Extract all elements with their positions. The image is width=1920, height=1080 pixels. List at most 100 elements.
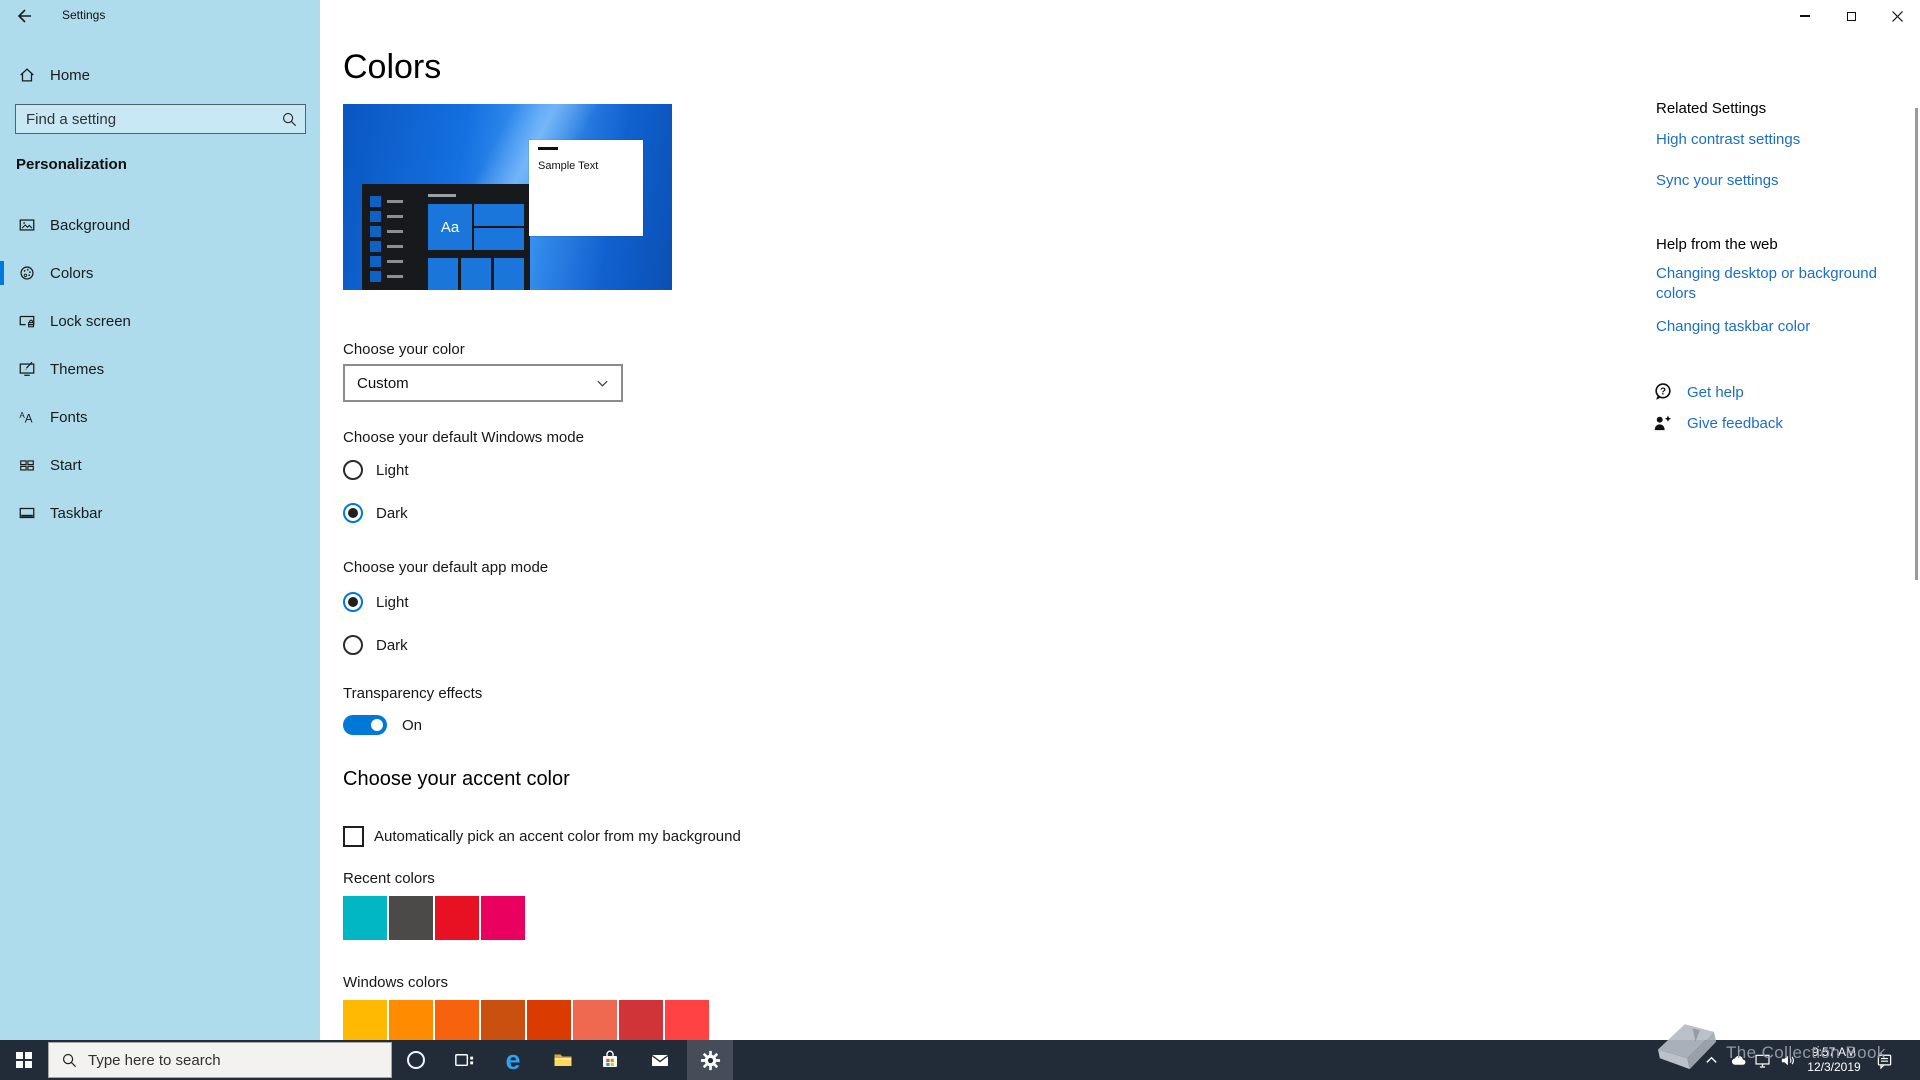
- color-dropdown[interactable]: Custom: [343, 364, 623, 402]
- link-sync-settings[interactable]: Sync your settings: [1656, 171, 1892, 191]
- preview-rail-tile: [370, 256, 381, 267]
- sidebar-section-label: Personalization: [16, 156, 127, 173]
- lock-screen-icon: [19, 315, 35, 328]
- link-changing-desktop-colors[interactable]: Changing desktop or background colors: [1656, 264, 1892, 304]
- scrollbar[interactable]: [1915, 108, 1918, 580]
- radio-app-dark[interactable]: Dark: [343, 633, 408, 657]
- sidebar-item-background[interactable]: Background: [0, 201, 320, 249]
- preview-rail-tile: [370, 241, 381, 252]
- color-swatch-pale-rust[interactable]: [573, 1000, 617, 1044]
- color-swatch-yellow-gold[interactable]: [343, 1000, 387, 1044]
- sidebar-item-fonts[interactable]: AA Fonts: [0, 393, 320, 441]
- link-high-contrast[interactable]: High contrast settings: [1656, 130, 1892, 150]
- preview-window-title-bar: [538, 147, 558, 150]
- tray-expand-button[interactable]: [1700, 1040, 1722, 1080]
- minimize-button[interactable]: [1782, 0, 1828, 32]
- settings-window: Settings Home Personalization Background…: [0, 0, 1920, 1080]
- get-help-icon: ?: [1655, 383, 1671, 400]
- settings-button[interactable]: [687, 1040, 733, 1080]
- taskbar-icon: [19, 507, 35, 519]
- color-swatch-pink[interactable]: [481, 896, 525, 940]
- task-view-button[interactable]: [440, 1040, 486, 1080]
- edge-button[interactable]: e: [490, 1040, 536, 1080]
- close-icon: [1891, 10, 1903, 22]
- link-changing-taskbar-color[interactable]: Changing taskbar color: [1656, 317, 1892, 337]
- close-button[interactable]: [1874, 0, 1920, 32]
- file-explorer-button[interactable]: [540, 1040, 586, 1080]
- auto-pick-checkbox[interactable]: [343, 826, 364, 847]
- radio-circle-icon: [343, 635, 363, 655]
- theme-preview: Aa Sample Text: [343, 104, 672, 290]
- radio-circle-checked-icon: [343, 592, 363, 612]
- sidebar-item-label: Colors: [50, 264, 94, 282]
- settings-gear-icon: [700, 1050, 720, 1070]
- tray-network-button[interactable]: [1750, 1040, 1774, 1080]
- cortana-button[interactable]: [393, 1040, 439, 1080]
- preview-sample-text: Sample Text: [538, 160, 599, 172]
- preview-rail-line: [387, 260, 403, 263]
- svg-text:?: ?: [1660, 386, 1666, 397]
- color-swatch-gold[interactable]: [389, 1000, 433, 1044]
- color-swatch-red[interactable]: [435, 896, 479, 940]
- radio-windows-dark[interactable]: Dark: [343, 501, 408, 525]
- taskbar-search[interactable]: Type here to search: [48, 1042, 392, 1078]
- sidebar-item-home[interactable]: Home: [0, 58, 320, 92]
- sidebar-item-themes[interactable]: Themes: [0, 345, 320, 393]
- color-swatch-orange-dark[interactable]: [481, 1000, 525, 1044]
- radio-label: Dark: [376, 504, 408, 522]
- radio-label: Light: [376, 461, 409, 479]
- radio-label: Light: [376, 593, 409, 611]
- preview-rail-line: [387, 215, 403, 218]
- sidebar-item-start[interactable]: Start: [0, 441, 320, 489]
- radio-circle-icon: [343, 460, 363, 480]
- radio-label: Dark: [376, 636, 408, 654]
- back-button[interactable]: [14, 6, 40, 28]
- preview-tile-gap: [491, 258, 494, 290]
- tray-onedrive-button[interactable]: [1726, 1040, 1750, 1080]
- auto-pick-label: Automatically pick an accent color from …: [374, 828, 741, 845]
- taskbar-clock[interactable]: 9:57 AM 12/3/2019: [1802, 1040, 1866, 1080]
- radio-windows-light[interactable]: Light: [343, 458, 409, 482]
- color-swatch-orange-bright[interactable]: [435, 1000, 479, 1044]
- preview-tile-gap: [458, 258, 461, 290]
- caption-buttons: [1782, 0, 1920, 32]
- sidebar-home-label: Home: [50, 66, 91, 84]
- get-help-row[interactable]: ? Get help: [1652, 381, 1744, 403]
- color-swatch-brick-red[interactable]: [619, 1000, 663, 1044]
- preview-rail-line: [387, 275, 403, 278]
- svg-text:A: A: [25, 412, 33, 425]
- sidebar-item-taskbar[interactable]: Taskbar: [0, 489, 320, 537]
- color-swatch-teal[interactable]: [343, 896, 387, 940]
- windows-colors-row: [343, 1000, 709, 1044]
- sidebar-item-colors[interactable]: Colors: [0, 249, 320, 297]
- store-button[interactable]: [587, 1040, 633, 1080]
- store-icon: [603, 1050, 617, 1067]
- search-input[interactable]: [16, 105, 305, 133]
- windows-colors-label: Windows colors: [343, 974, 449, 991]
- sidebar-item-label: Taskbar: [50, 504, 103, 522]
- tray-volume-button[interactable]: [1774, 1040, 1800, 1080]
- give-feedback-icon: [1654, 415, 1672, 431]
- task-view-icon: [454, 1053, 473, 1066]
- color-swatch-rust[interactable]: [527, 1000, 571, 1044]
- action-center-button[interactable]: [1870, 1040, 1898, 1080]
- choose-color-label: Choose your color: [343, 341, 465, 358]
- preview-rail-tile: [370, 211, 381, 222]
- sidebar-item-label: Background: [50, 216, 131, 234]
- transparency-toggle[interactable]: [343, 715, 387, 735]
- start-button[interactable]: [0, 1040, 48, 1080]
- give-feedback-row[interactable]: Give feedback: [1652, 412, 1783, 434]
- network-icon: [1754, 1054, 1770, 1068]
- fonts-icon: AA: [19, 411, 33, 426]
- radio-circle-checked-icon: [343, 503, 363, 523]
- sidebar-item-lock-screen[interactable]: Lock screen: [0, 297, 320, 345]
- themes-icon: [19, 361, 35, 376]
- color-swatch-mod-red[interactable]: [665, 1000, 709, 1044]
- maximize-button[interactable]: [1828, 0, 1874, 32]
- taskbar: Type here to search e 9:57 AM 12/3/2019: [0, 1040, 1920, 1080]
- radio-app-light[interactable]: Light: [343, 590, 409, 614]
- mail-button[interactable]: [637, 1040, 683, 1080]
- cortana-icon: [407, 1051, 425, 1069]
- color-swatch-gray[interactable]: [389, 896, 433, 940]
- window-title: Settings: [62, 8, 106, 22]
